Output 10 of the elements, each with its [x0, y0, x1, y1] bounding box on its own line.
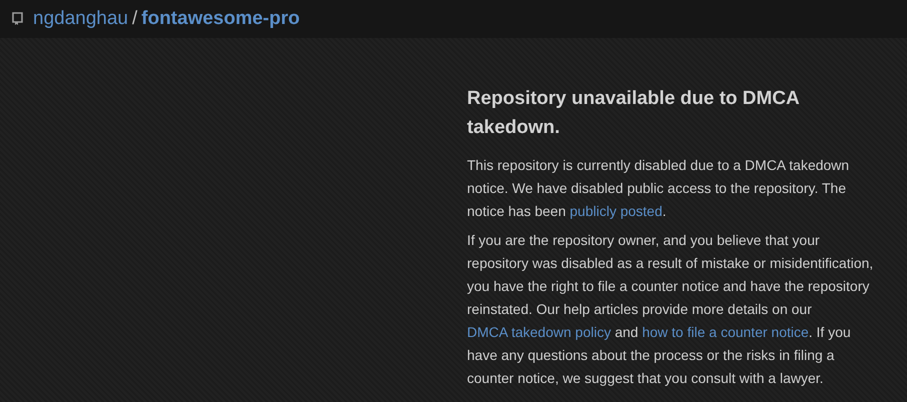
- repository-icon: [12, 12, 24, 26]
- notice-paragraph: This repository is currently disabled due to a DMCA takedown notice. We have disabled public access to the repository. The notice has been publicly posted.: [467, 156, 850, 221]
- repository-link[interactable]: fontawesome-pro: [141, 4, 300, 34]
- notice-title: Repository unavailable due to DMCA takedown.: [467, 87, 800, 140]
- text-link[interactable]: how to file a counter notice: [642, 324, 809, 340]
- text-link[interactable]: publicly posted: [570, 203, 662, 219]
- owner-link[interactable]: ngdanghau: [33, 4, 128, 34]
- text-link[interactable]: DMCA takedown policy: [467, 324, 611, 340]
- path-separator: /: [132, 6, 138, 31]
- notice-paragraph: If you are the repository owner, and you believe that your repository was disabled as a result of mistake or misidentification, you have the right to file a counter notice and have the repository reinstated. Our help articles provide more details on our DMCA takedown policy and how to file a counter notice. If you have any questions about the process or the risks in filing a counter notice, we suggest that you consult with a lawyer.: [467, 231, 874, 388]
